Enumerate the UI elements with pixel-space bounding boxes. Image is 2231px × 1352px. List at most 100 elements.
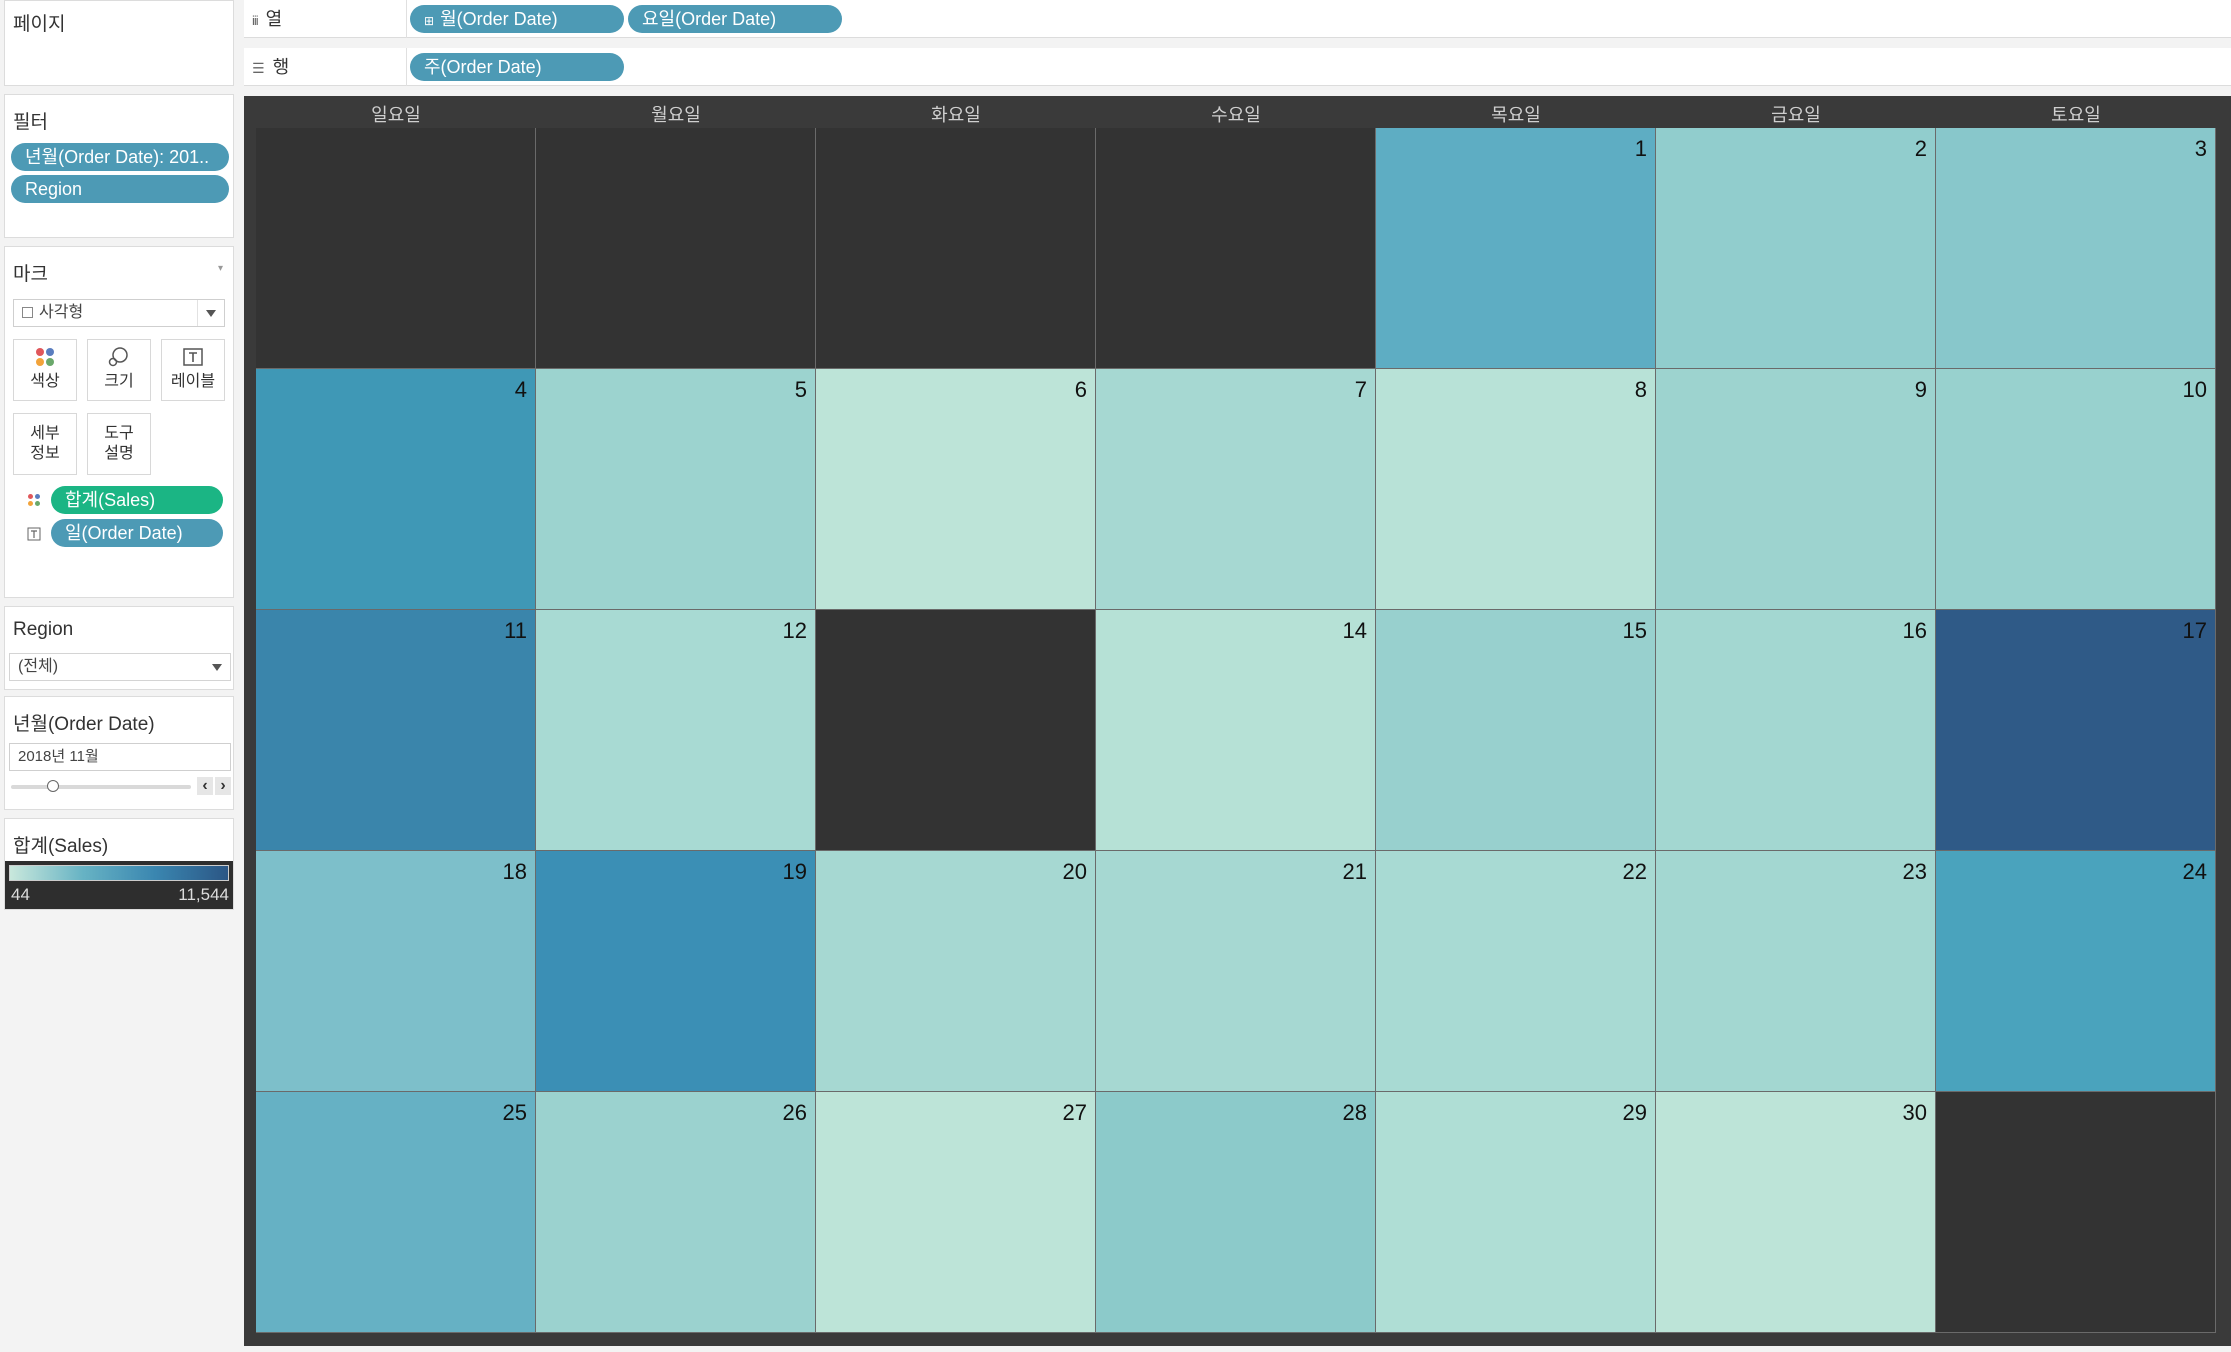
weekday-header: 금요일	[1771, 105, 1821, 125]
expand-plus-icon: ⊞	[424, 14, 435, 28]
day-cell[interactable]: 30	[1656, 1092, 1936, 1333]
day-cell[interactable]: 25	[256, 1092, 536, 1333]
weekday-order-date-pill[interactable]: 요일(Order Date)	[628, 5, 842, 33]
day-cell[interactable]: 14	[1096, 610, 1376, 851]
size-button-label: 크기	[104, 373, 134, 390]
sales-color-pill[interactable]: 합계(Sales)	[51, 486, 223, 514]
prev-button[interactable]: ‹	[197, 777, 213, 795]
day-cell[interactable]: 8	[1376, 369, 1656, 610]
color-dots-icon	[14, 346, 76, 372]
chevron-down-icon	[204, 654, 230, 680]
day-cell[interactable]: 12	[536, 610, 816, 851]
day-number-label: 23	[1902, 859, 1927, 884]
month-order-date-pill[interactable]: ⊞ 월(Order Date)	[410, 5, 624, 33]
day-cell[interactable]: 10	[1936, 369, 2216, 610]
day-cell[interactable]: 2	[1656, 128, 1936, 369]
empty-day-cell[interactable]	[256, 128, 536, 369]
columns-icon: iii	[252, 13, 259, 28]
empty-day-cell[interactable]	[1096, 128, 1376, 369]
day-number-label: 30	[1902, 1100, 1927, 1125]
day-number-label: 22	[1622, 859, 1647, 884]
color-button[interactable]: 색상	[13, 339, 77, 401]
day-cell[interactable]	[816, 610, 1096, 851]
weekday-header: 일요일	[371, 105, 421, 125]
weekday-header: 화요일	[931, 105, 981, 125]
label-encoding-icon	[27, 527, 41, 546]
day-cell[interactable]: 15	[1376, 610, 1656, 851]
day-label-pill[interactable]: 일(Order Date)	[51, 519, 223, 547]
region-card: Region (전체)	[4, 606, 234, 690]
day-number-label: 11	[504, 618, 527, 643]
day-cell[interactable]: 24	[1936, 851, 2216, 1092]
day-number-label: 24	[2182, 859, 2207, 884]
day-cell[interactable]: 23	[1656, 851, 1936, 1092]
day-cell[interactable]: 19	[536, 851, 816, 1092]
size-circles-icon	[88, 346, 150, 372]
detail-button-line1: 세부	[30, 425, 60, 442]
day-cell[interactable]: 18	[256, 851, 536, 1092]
shelf-divider	[406, 0, 407, 38]
empty-day-cell[interactable]	[816, 128, 1096, 369]
date-value: 2018년 11월	[18, 748, 99, 765]
empty-day-cell[interactable]	[1936, 1092, 2216, 1333]
day-cell[interactable]: 21	[1096, 851, 1376, 1092]
week-order-date-pill[interactable]: 주(Order Date)	[410, 53, 624, 81]
legend-body: 44 11,544	[5, 861, 233, 909]
color-button-label: 색상	[30, 373, 60, 390]
region-dropdown[interactable]: (전체)	[9, 653, 231, 681]
day-cell[interactable]: 5	[536, 369, 816, 610]
chevron-down-icon	[197, 300, 224, 326]
day-cell[interactable]: 29	[1376, 1092, 1656, 1333]
filter-pill-order-date[interactable]: 년월(Order Date): 201..	[11, 143, 229, 171]
day-number-label: 1	[1634, 136, 1647, 161]
weekday-header: 목요일	[1491, 105, 1541, 125]
day-cell[interactable]: 9	[1656, 369, 1936, 610]
label-t-icon	[162, 346, 224, 372]
day-cell[interactable]: 6	[816, 369, 1096, 610]
empty-day-cell[interactable]	[536, 128, 816, 369]
day-cell[interactable]: 16	[1656, 610, 1936, 851]
day-cell[interactable]: 1	[1376, 128, 1656, 369]
day-number-label: 3	[2194, 136, 2207, 161]
day-cell[interactable]: 7	[1096, 369, 1376, 610]
day-cell[interactable]: 4	[256, 369, 536, 610]
tooltip-button-line2: 설명	[104, 445, 134, 462]
color-encoding-icon	[27, 493, 41, 512]
day-number-label: 15	[1622, 618, 1647, 643]
day-cell[interactable]: 20	[816, 851, 1096, 1092]
region-title: Region	[13, 619, 74, 640]
date-value-field[interactable]: 2018년 11월	[9, 743, 231, 771]
day-cell[interactable]: 3	[1936, 128, 2216, 369]
date-slider-thumb[interactable]	[47, 780, 59, 792]
legend-max: 11,544	[178, 885, 229, 904]
columns-shelf[interactable]: iii 열 ⊞ 월(Order Date) 요일(Order Date)	[244, 0, 2231, 38]
day-cell[interactable]: 17	[1936, 610, 2216, 851]
day-cell[interactable]: 26	[536, 1092, 816, 1333]
date-slider-track[interactable]	[11, 785, 191, 789]
tooltip-button[interactable]: 도구 설명	[87, 413, 151, 475]
size-button[interactable]: 크기	[87, 339, 151, 401]
label-button[interactable]: 레이블	[161, 339, 225, 401]
calendar-heatmap: 일요일 월요일 화요일 수요일 목요일 금요일 토요일 1 2 3 4 5 6 7 8 9 10 11 12 14 15…	[244, 96, 2231, 1346]
day-cell[interactable]: 11	[256, 610, 536, 851]
marks-title: 마크	[13, 264, 48, 285]
filters-title: 필터	[13, 112, 48, 133]
region-selected: (전체)	[18, 658, 59, 675]
mark-square-icon	[22, 307, 33, 319]
tooltip-button-line1: 도구	[104, 425, 134, 442]
day-cell[interactable]: 28	[1096, 1092, 1376, 1333]
pages-title: 페이지	[13, 14, 66, 35]
filter-pill-region[interactable]: Region	[11, 175, 229, 203]
mark-type-dropdown[interactable]: 사각형	[13, 299, 225, 327]
next-button[interactable]: ›	[215, 777, 231, 795]
marks-collapse-icon[interactable]: ▾	[218, 263, 223, 274]
detail-button-line2: 정보	[30, 445, 60, 462]
day-number-label: 18	[502, 859, 527, 884]
day-cell[interactable]: 27	[816, 1092, 1096, 1333]
detail-button[interactable]: 세부 정보	[13, 413, 77, 475]
rows-shelf-label: ☰ 행	[252, 57, 290, 77]
day-cell[interactable]: 22	[1376, 851, 1656, 1092]
day-number-label: 17	[2182, 618, 2207, 643]
color-gradient-bar	[9, 865, 229, 881]
rows-shelf[interactable]: ☰ 행 주(Order Date)	[244, 48, 2231, 86]
